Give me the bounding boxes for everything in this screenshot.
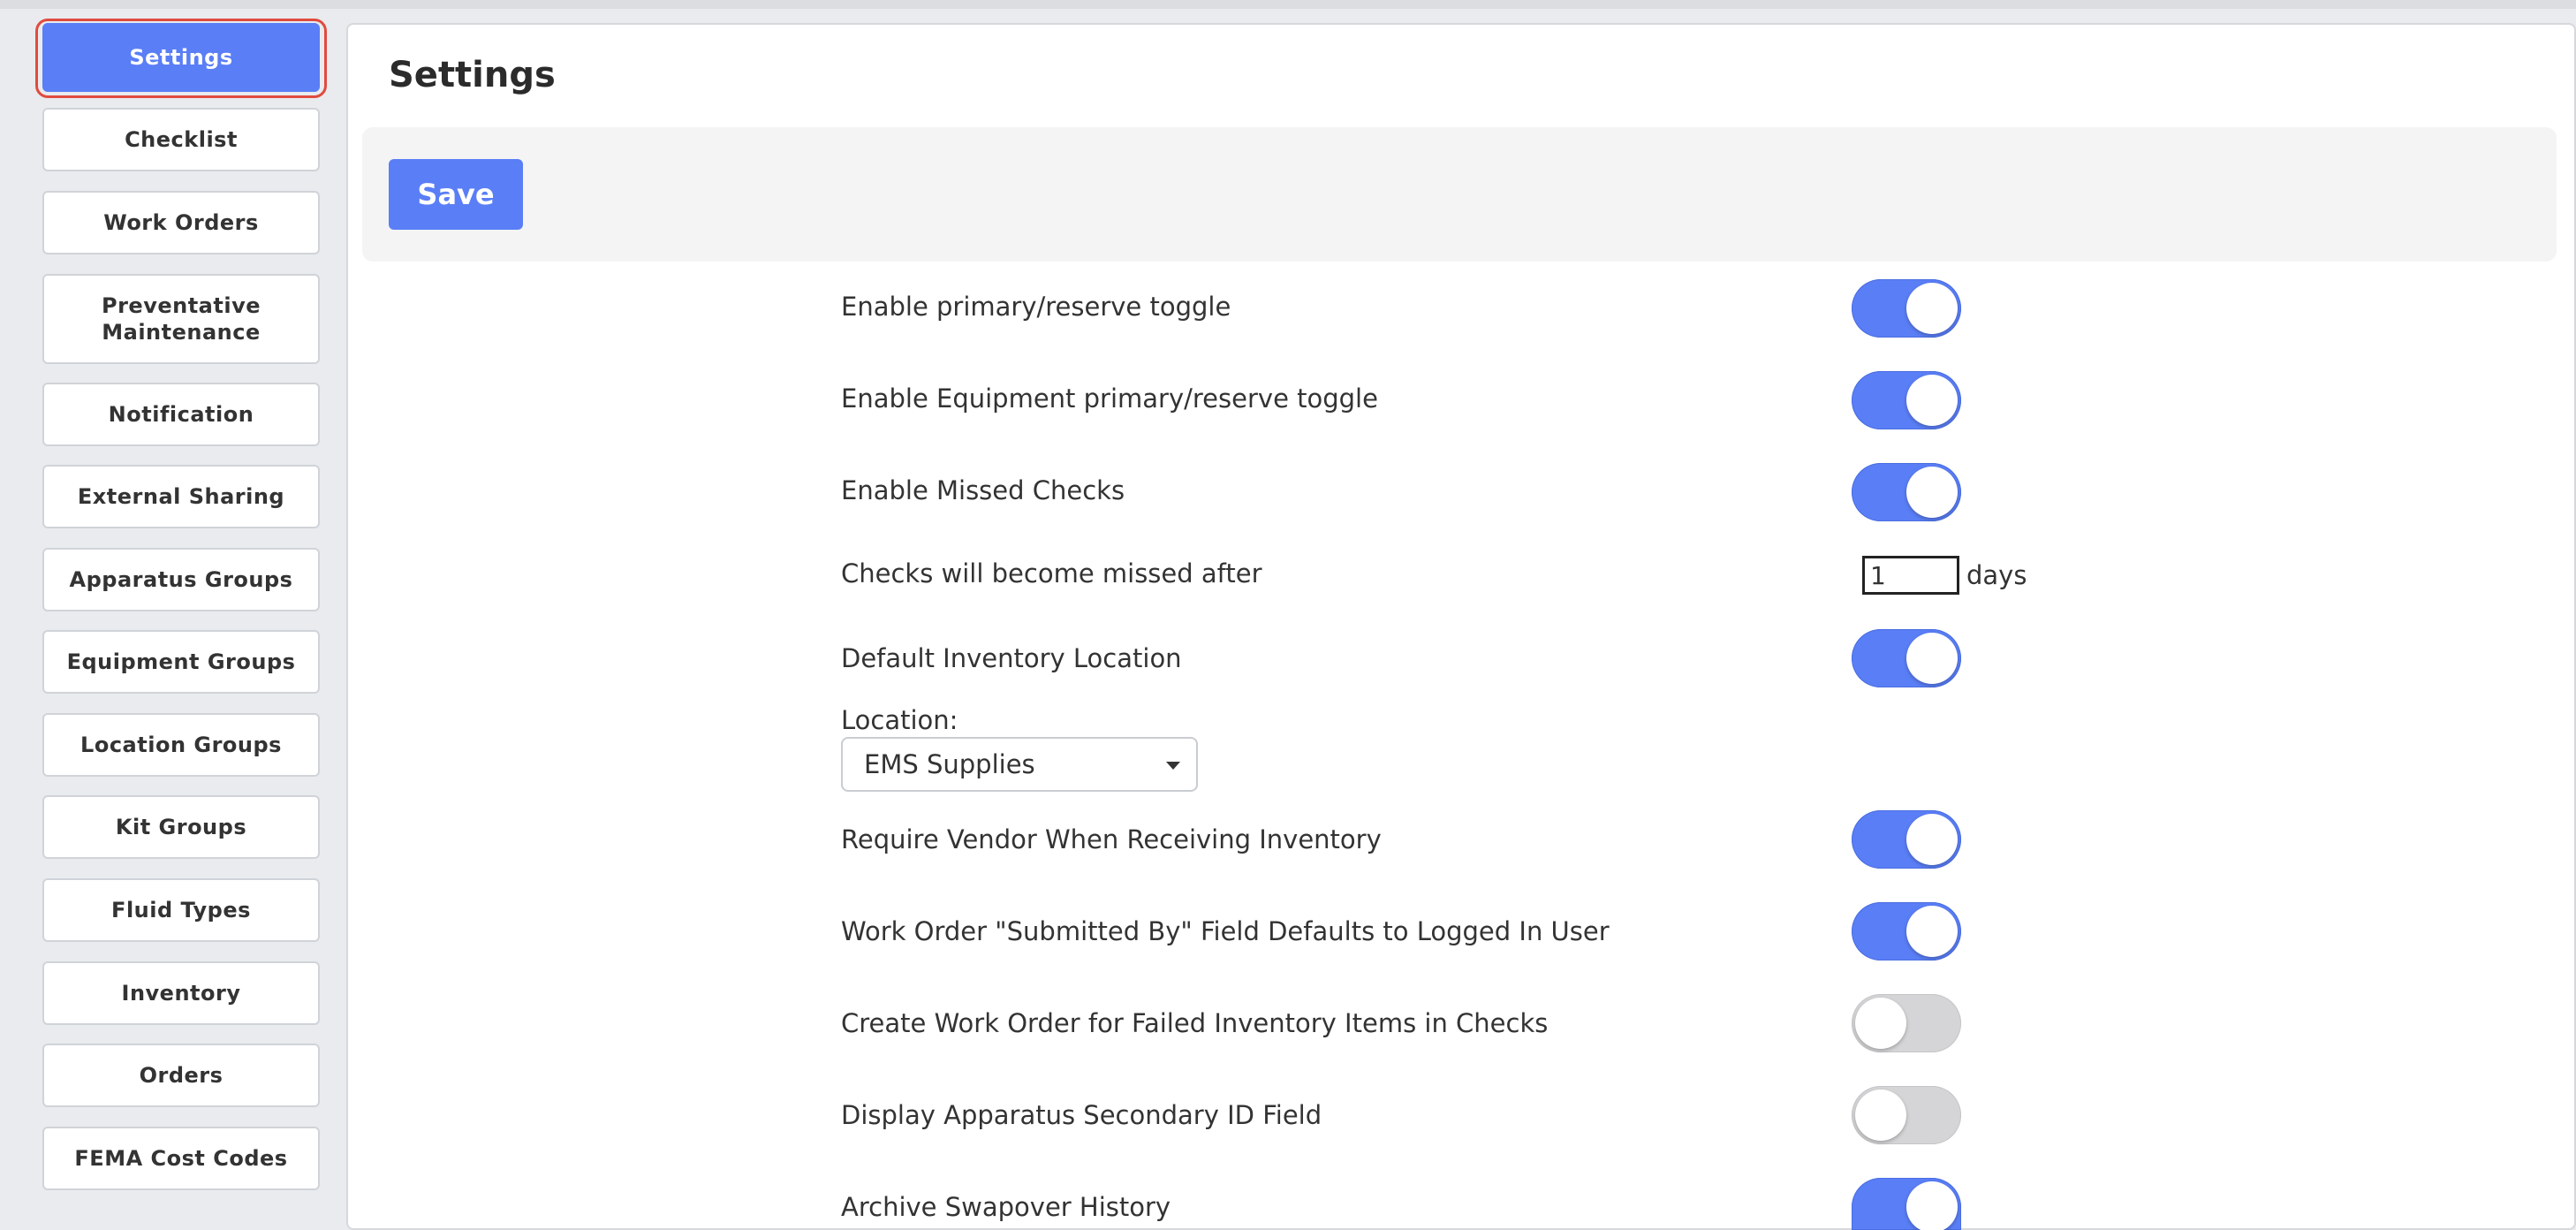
setting-label-missed-after: Checks will become missed after [841,558,1262,588]
sidebar-item-kit-groups[interactable]: Kit Groups [42,795,320,859]
sidebar-item-orders[interactable]: Orders [42,1044,320,1107]
sidebar-item-external-sharing[interactable]: External Sharing [42,465,320,528]
toggle-knob [1906,906,1958,957]
toggle-equipment-primary-reserve[interactable] [1852,371,1961,429]
location-label: Location: [841,705,958,735]
toolbar [362,127,2557,262]
setting-label-equipment-primary-reserve: Enable Equipment primary/reserve toggle [841,383,1378,414]
caret-down-icon [1166,762,1180,770]
toggle-archive-swapover-history[interactable] [1852,1178,1961,1230]
setting-label-apparatus-secondary-id: Display Apparatus Secondary ID Field [841,1100,1322,1130]
toggle-knob [1906,1181,1958,1230]
sidebar-item-location-groups[interactable]: Location Groups [42,713,320,777]
setting-label-submitted-by-default: Work Order "Submitted By" Field Defaults… [841,916,1610,946]
sidebar-item-notification[interactable]: Notification [42,383,320,446]
missed-after-days-input[interactable] [1862,556,1959,595]
toggle-primary-reserve[interactable] [1852,279,1961,338]
toggle-require-vendor[interactable] [1852,810,1961,869]
setting-label-missed-checks: Enable Missed Checks [841,475,1125,505]
sidebar-item-settings[interactable]: Settings [42,23,320,92]
setting-label-archive-swapover-history: Archive Swapover History [841,1192,1171,1222]
setting-label-default-inventory-location: Default Inventory Location [841,643,1182,673]
toggle-knob [1855,1090,1906,1141]
days-unit-label: days [1966,560,2027,590]
sidebar-item-fema-cost-codes[interactable]: FEMA Cost Codes [42,1127,320,1190]
toggle-work-order-failed-inventory[interactable] [1852,994,1961,1052]
sidebar-item-checklist[interactable]: Checklist [42,108,320,171]
toggle-submitted-by-default[interactable] [1852,902,1961,960]
toggle-missed-checks[interactable] [1852,463,1961,521]
sidebar-item-apparatus-groups[interactable]: Apparatus Groups [42,548,320,611]
setting-label-work-order-failed-inventory: Create Work Order for Failed Inventory I… [841,1008,1549,1038]
toggle-knob [1906,375,1958,426]
toggle-default-inventory-location[interactable] [1852,629,1961,687]
toggle-apparatus-secondary-id[interactable] [1852,1086,1961,1144]
toggle-knob [1906,283,1958,334]
sidebar-item-preventative-maintenance[interactable]: Preventative Maintenance [42,274,320,364]
toggle-knob [1906,814,1958,865]
toggle-knob [1855,998,1906,1049]
setting-label-require-vendor: Require Vendor When Receiving Inventory [841,824,1382,854]
toggle-knob [1906,633,1958,684]
setting-label-primary-reserve: Enable primary/reserve toggle [841,292,1231,322]
location-select[interactable]: EMS Supplies [841,737,1198,792]
sidebar-item-equipment-groups[interactable]: Equipment Groups [42,630,320,694]
save-button[interactable]: Save [389,159,523,230]
toggle-knob [1906,467,1958,518]
top-strip [0,0,2576,9]
sidebar-item-fluid-types[interactable]: Fluid Types [42,878,320,942]
sidebar: Settings Checklist Work Orders Preventat… [0,0,336,1230]
sidebar-item-work-orders[interactable]: Work Orders [42,191,320,254]
sidebar-item-inventory[interactable]: Inventory [42,961,320,1025]
page-title: Settings [389,55,556,95]
location-select-value: EMS Supplies [864,749,1035,779]
